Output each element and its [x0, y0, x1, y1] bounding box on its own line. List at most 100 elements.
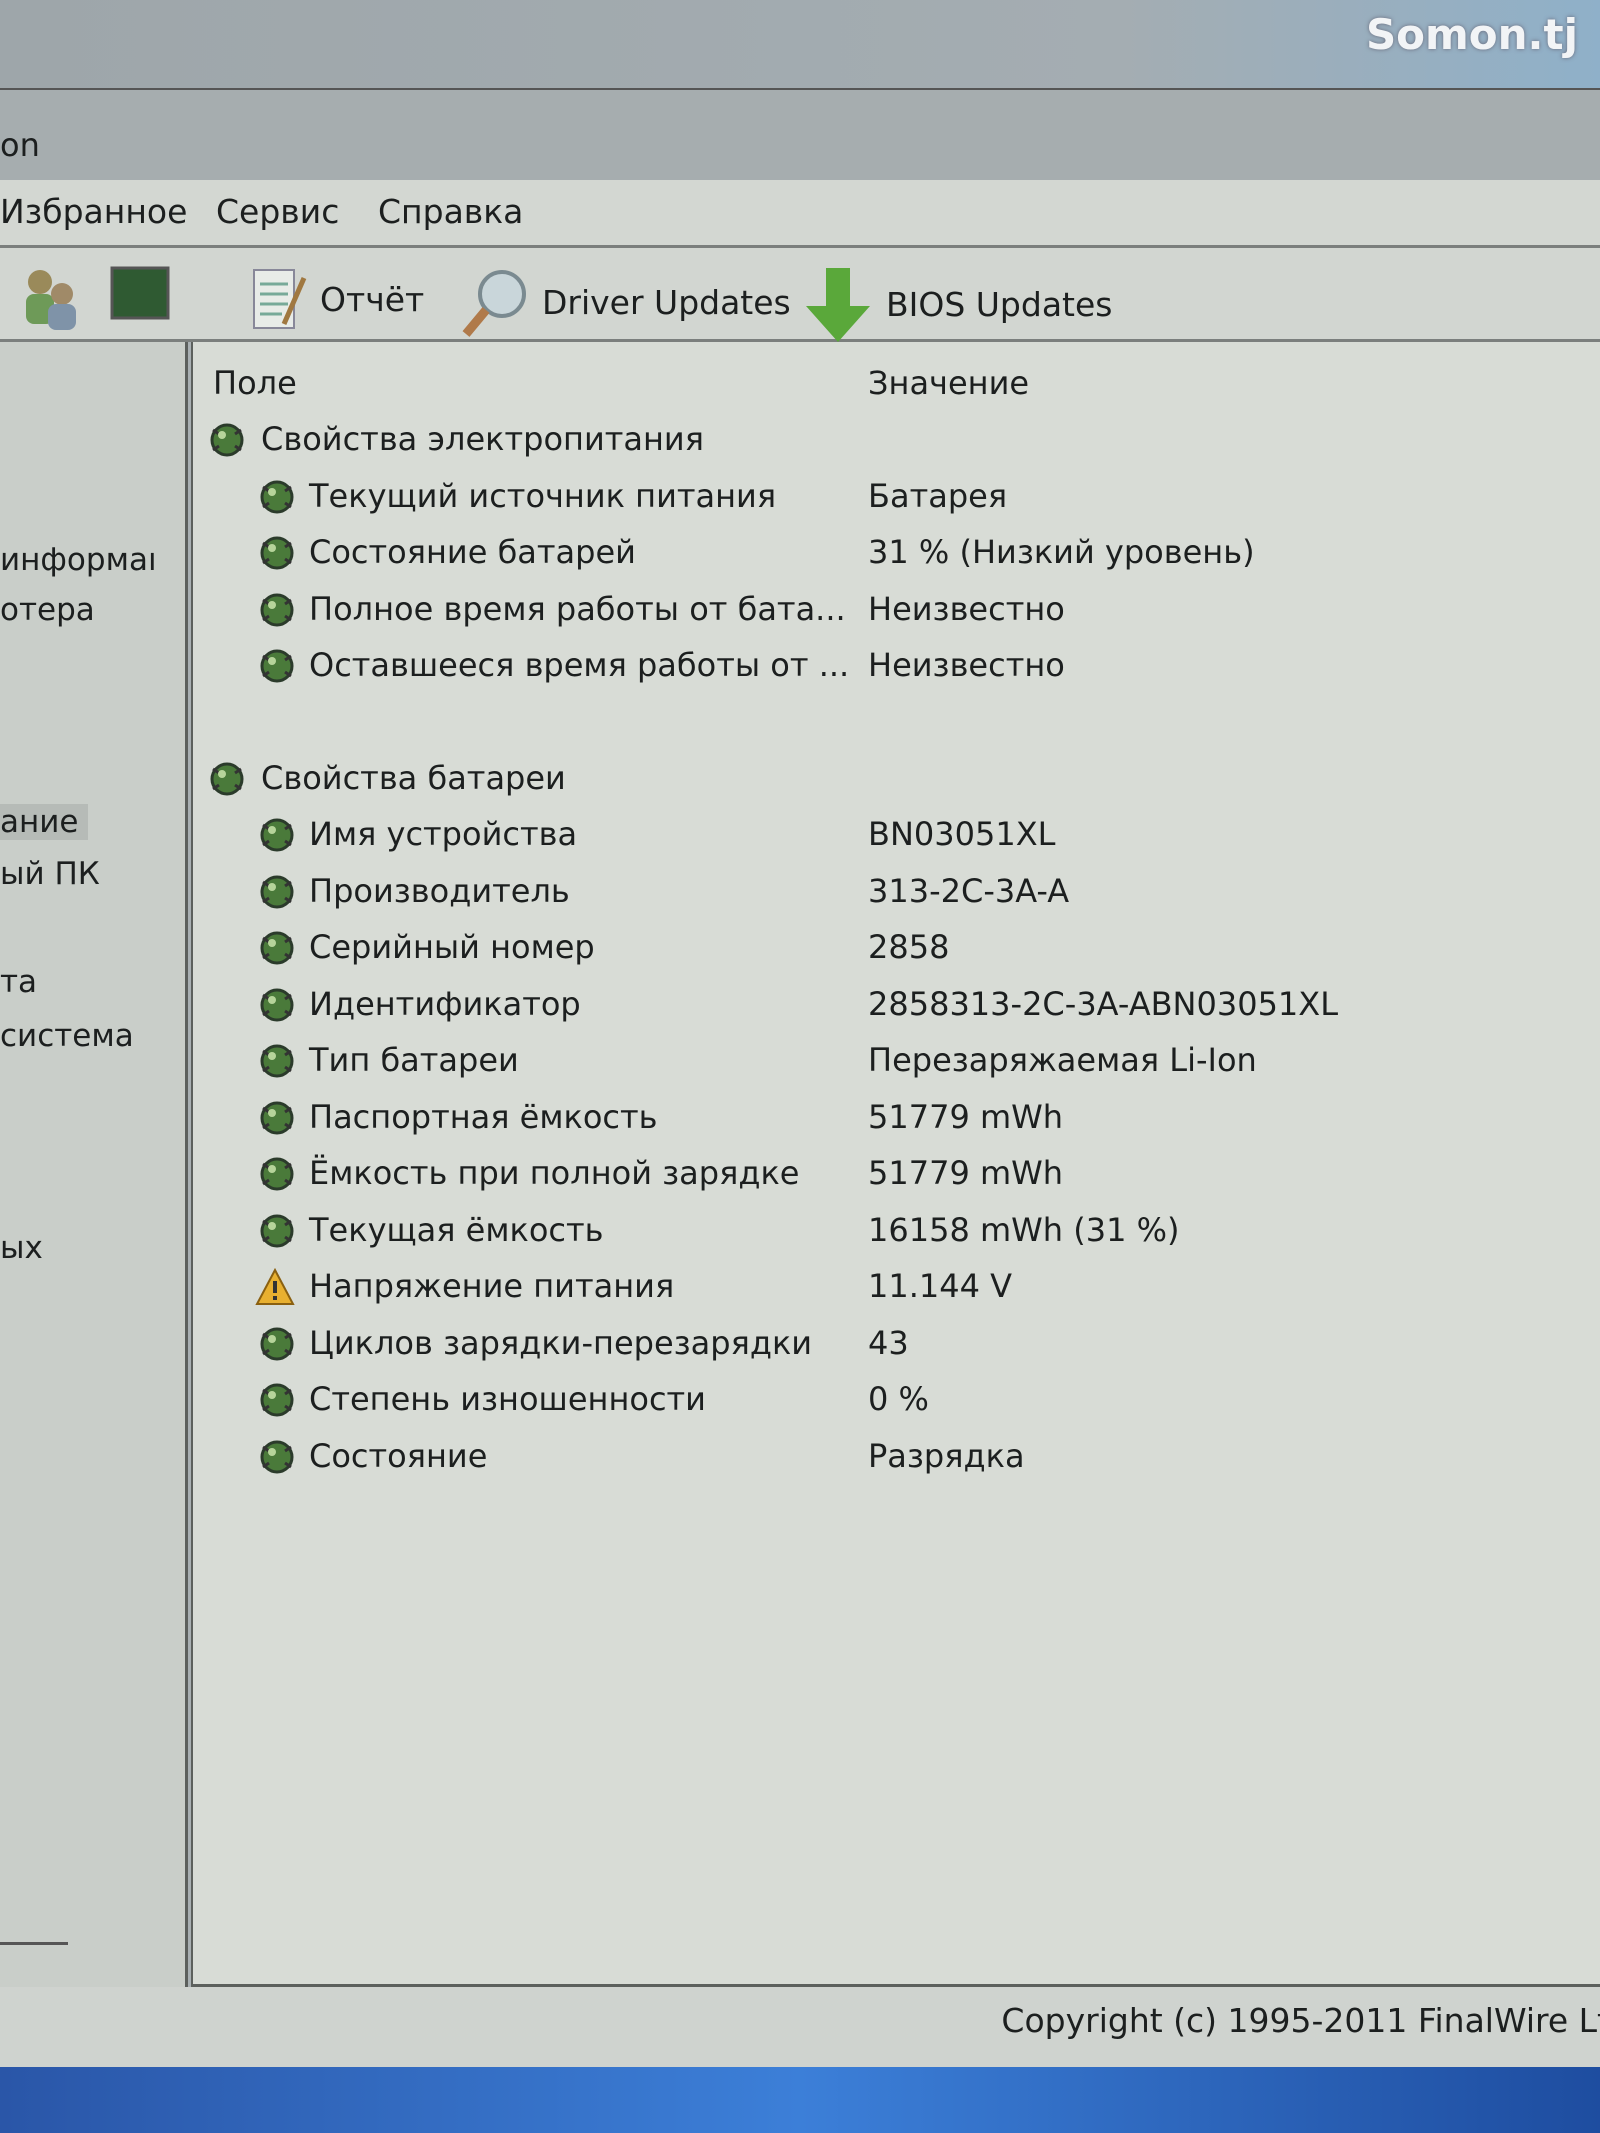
list-item[interactable]: Напряжение питания 11.144 V: [193, 1261, 1593, 1317]
field-name: Идентификатор: [309, 984, 581, 1023]
desktop-background: [0, 0, 1600, 88]
battery-icon: [255, 590, 295, 630]
copyright-text: Copyright (c) 1995-2011 FinalWire Lt: [1001, 2001, 1600, 2040]
field-name: Тип батареи: [309, 1041, 519, 1079]
tree-item[interactable]: информаı: [0, 542, 157, 578]
field-value: 2858313-2C-3A-ABN03051XL: [868, 984, 1339, 1023]
field-value: 11.144 V: [868, 1267, 1013, 1305]
list-item[interactable]: Паспортная ёмкость 51779 mWh: [193, 1092, 1593, 1148]
battery-icon: [255, 477, 295, 517]
bios-updates-button[interactable]: BIOS Updates: [800, 264, 1113, 344]
list-item[interactable]: Оставшееся время работы от ... Неизвестно: [193, 640, 1593, 696]
field-name: Напряжение питания: [309, 1267, 675, 1305]
details-list: Поле Значение Свойства электропитания Тек…: [191, 342, 1600, 1987]
report-button[interactable]: Отчёт: [248, 264, 424, 334]
tree-item[interactable]: та: [0, 964, 37, 1000]
list-item[interactable]: Идентификатор 2858313-2C-3A-ABN03051XL: [193, 979, 1593, 1035]
status-bar: Copyright (c) 1995-2011 FinalWire Lt: [0, 1987, 1600, 2067]
field-value: 31 % (Низкий уровень): [868, 533, 1255, 571]
list-item[interactable]: Полное время работы от бата... Неизвестно: [193, 584, 1593, 640]
warning-icon: [255, 1267, 295, 1307]
section-title: Свойства батареи: [261, 758, 566, 797]
column-header-value[interactable]: Значение: [868, 364, 1029, 402]
list-item[interactable]: Степень изношенности 0 %: [193, 1374, 1593, 1430]
monitor-icon: [110, 266, 170, 320]
field-value: Батарея: [868, 476, 1008, 515]
list-item[interactable]: Производитель 313-2C-3A-A: [193, 866, 1593, 922]
monitor-button[interactable]: [108, 264, 172, 324]
tree-item[interactable]: ых: [0, 1230, 43, 1266]
battery-icon: [205, 759, 245, 799]
field-name: Серийный номер: [309, 928, 595, 966]
list-item[interactable]: Имя устройства BN03051XL: [193, 809, 1593, 865]
field-name: Состояние: [309, 1436, 488, 1475]
window-title: on: [0, 126, 40, 164]
column-header-field[interactable]: Поле: [213, 364, 297, 402]
list-item[interactable]: Состояние батарей 31 % (Низкий уровень): [193, 527, 1593, 583]
battery-icon: [255, 1041, 295, 1081]
field-value: Перезаряжаемая Li-Ion: [868, 1041, 1257, 1079]
section-header[interactable]: Свойства электропитания: [193, 414, 1593, 470]
battery-icon: [255, 646, 295, 686]
field-value: Неизвестно: [868, 646, 1065, 684]
field-value: 51779 mWh: [868, 1154, 1064, 1192]
tree-item[interactable]: ый ПК: [0, 856, 100, 892]
field-name: Текущая ёмкость: [309, 1210, 604, 1249]
navigation-tree[interactable]: информаı отера ание ый ПК та система ых: [0, 342, 188, 2002]
field-value: 16158 mWh (31 %): [868, 1210, 1180, 1249]
field-value: 0 %: [868, 1380, 929, 1418]
battery-icon: [255, 1380, 295, 1420]
field-value: 313-2C-3A-A: [868, 871, 1070, 910]
list-item[interactable]: Состояние Разрядка: [193, 1431, 1593, 1487]
menu-help[interactable]: Справка: [378, 192, 523, 231]
list-item[interactable]: Текущая ёмкость 16158 mWh (31 %): [193, 1205, 1593, 1261]
field-name: Имя устройства: [309, 815, 578, 853]
field-name: Циклов зарядки-перезарядки: [309, 1323, 813, 1362]
report-icon: [253, 269, 307, 329]
battery-icon: [255, 1437, 295, 1477]
users-icon: [26, 270, 76, 330]
tree-item[interactable]: система: [0, 1018, 134, 1054]
users-button[interactable]: [14, 264, 84, 330]
battery-icon: [255, 533, 295, 573]
scroll-indicator: [0, 1942, 68, 1945]
section-title: Свойства электропитания: [261, 420, 704, 458]
menu-service[interactable]: Сервис: [216, 192, 339, 231]
field-name: Полное время работы от бата...: [309, 589, 846, 628]
battery-icon: [255, 1154, 295, 1194]
menu-favorites[interactable]: Избранное: [0, 192, 187, 231]
download-arrow-icon: [806, 268, 870, 342]
field-value: 43: [868, 1323, 909, 1362]
title-bar: on: [0, 88, 1600, 180]
field-name: Состояние батарей: [309, 533, 636, 571]
battery-icon: [255, 928, 295, 968]
field-name: Ёмкость при полной зарядке: [309, 1154, 800, 1192]
list-item[interactable]: Ёмкость при полной зарядке 51779 mWh: [193, 1148, 1593, 1204]
field-name: Паспортная ёмкость: [309, 1097, 658, 1136]
battery-icon: [205, 420, 245, 460]
menu-bar: Избранное Сервис Справка: [0, 180, 1600, 248]
field-name: Оставшееся время работы от ...: [309, 646, 850, 684]
tree-item[interactable]: отера: [0, 592, 95, 628]
battery-icon: [255, 1211, 295, 1251]
field-value: Разрядка: [868, 1436, 1025, 1475]
field-value: Неизвестно: [868, 589, 1065, 628]
field-value: 2858: [868, 928, 950, 966]
battery-icon: [255, 1324, 295, 1364]
section-header[interactable]: Свойства батареи: [193, 753, 1593, 809]
field-value: 51779 mWh: [868, 1097, 1064, 1136]
battery-icon: [255, 815, 295, 855]
list-item[interactable]: Серийный номер 2858: [193, 922, 1593, 978]
magnifier-icon: [462, 270, 526, 337]
field-name: Производитель: [309, 871, 570, 910]
field-value: BN03051XL: [868, 815, 1056, 853]
tree-item-selected[interactable]: ание: [0, 804, 89, 840]
battery-icon: [255, 872, 295, 912]
toolbar: Отчёт Driver Updates BIOS Updates: [0, 248, 1600, 342]
driver-updates-button[interactable]: Driver Updates: [456, 264, 791, 340]
list-item[interactable]: Циклов зарядки-перезарядки 43: [193, 1318, 1593, 1374]
list-item[interactable]: Тип батареи Перезаряжаемая Li-Ion: [193, 1035, 1593, 1091]
taskbar-background: [0, 2067, 1600, 2133]
field-name: Текущий источник питания: [309, 476, 777, 515]
list-item[interactable]: Текущий источник питания Батарея: [193, 471, 1593, 527]
